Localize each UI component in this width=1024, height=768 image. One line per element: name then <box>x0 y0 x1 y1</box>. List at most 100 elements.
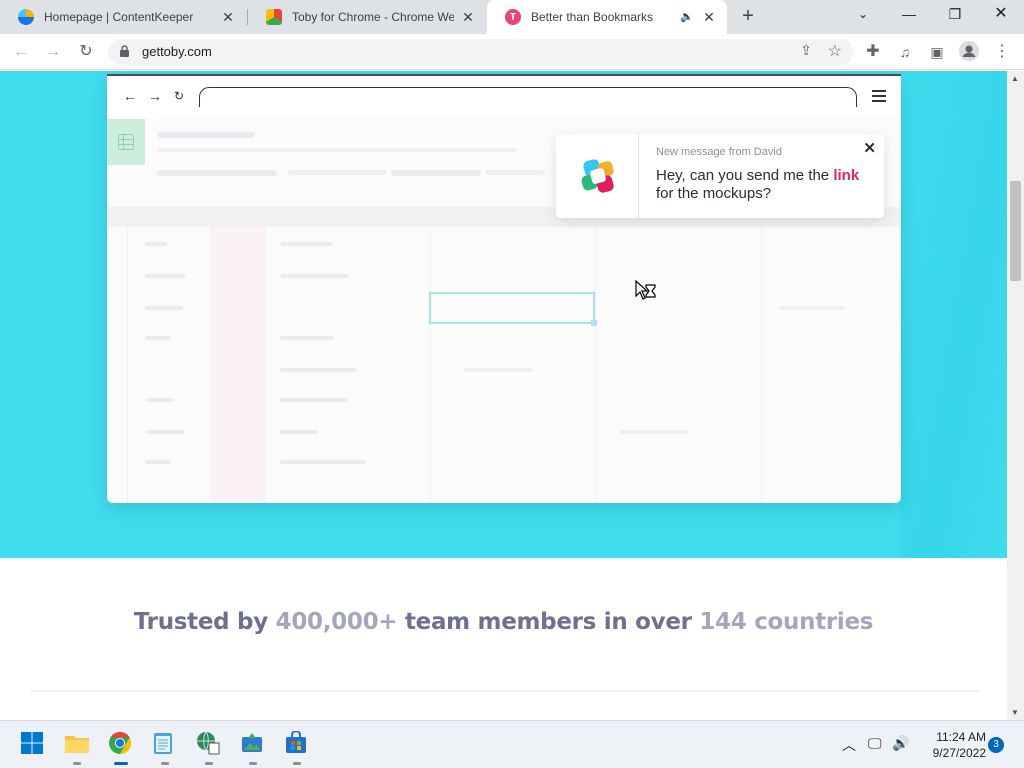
spreadsheet-highlight-column <box>210 227 265 503</box>
trusted-countries-count: 144 countries <box>699 609 874 635</box>
share-icon[interactable]: ⇪ <box>800 42 812 59</box>
skeleton-line <box>157 148 517 152</box>
mockup-browser-bar: ← → ↻ <box>107 74 901 118</box>
tab-strip: Homepage | ContentKeeper ✕ Toby for Chro… <box>0 0 1024 34</box>
app-running-indicator <box>293 762 301 765</box>
tab-chrome-webstore[interactable]: Toby for Chrome - Chrome Web ✕ <box>248 0 486 34</box>
restore-button[interactable]: ❐ <box>932 0 978 30</box>
skeleton-line <box>157 132 255 138</box>
chrome-icon[interactable] <box>108 731 134 765</box>
skeleton-line <box>485 170 545 175</box>
skeleton-line <box>280 336 334 340</box>
chevron-up-icon[interactable]: ︿ <box>842 735 856 755</box>
mockup-url-bar <box>199 87 857 107</box>
selected-cell <box>429 292 597 326</box>
tab-toby[interactable]: T Better than Bookmarks 🔈 ✕ <box>487 0 727 34</box>
notepad-icon[interactable] <box>152 731 178 765</box>
close-notification-icon[interactable]: ✕ <box>863 139 876 157</box>
skeleton-line <box>145 242 167 246</box>
back-arrow-icon[interactable]: ← <box>10 41 32 63</box>
mockup-forward-icon: → <box>148 88 162 104</box>
trusted-members-count: 400,000+ <box>275 609 398 635</box>
minimize-button[interactable]: — <box>886 0 932 30</box>
new-tab-button[interactable]: + <box>737 6 759 28</box>
close-window-button[interactable]: ✕ <box>978 0 1024 30</box>
app-running-indicator <box>205 762 213 765</box>
notification-divider <box>638 134 639 218</box>
tab-title: Toby for Chrome - Chrome Web <box>292 10 454 24</box>
trusted-text: Trusted by <box>133 609 276 635</box>
page-scrollbar[interactable]: ▲ ▼ <box>1007 71 1024 720</box>
skeleton-line <box>280 274 348 278</box>
profile-avatar-icon[interactable] <box>958 41 980 63</box>
contentkeeper-icon <box>18 9 34 25</box>
skeleton-line <box>280 242 332 246</box>
section-divider <box>30 690 980 692</box>
store-icon[interactable] <box>284 730 310 765</box>
tab-contentkeeper[interactable]: Homepage | ContentKeeper ✕ <box>0 0 246 34</box>
tab-search-icon[interactable]: ⌄ <box>840 0 886 30</box>
url-text: gettoby.com <box>142 44 212 59</box>
message-text: Hey, can you send me the <box>656 167 834 184</box>
skeleton-line <box>463 368 533 372</box>
skeleton-line <box>280 460 366 464</box>
reload-icon[interactable]: ↻ <box>75 41 97 63</box>
notification-sender: New message from David <box>656 146 782 158</box>
chrome-webstore-icon <box>266 9 282 25</box>
close-tab-icon[interactable]: ✕ <box>701 9 717 25</box>
system-clock[interactable]: 11:24 AM 9/27/2022 <box>920 729 986 761</box>
tab-title: Homepage | ContentKeeper <box>44 10 194 24</box>
forward-arrow-icon[interactable]: → <box>42 41 64 63</box>
grid-line <box>265 207 266 503</box>
windows-start-icon[interactable] <box>20 731 46 757</box>
media-control-icon[interactable]: ♫ <box>894 41 916 63</box>
browser-toolbar: ← → ↻ gettoby.com ⇪ ☆ ✚ ♫ ▣ ⋮ <box>0 34 1024 70</box>
volume-icon[interactable]: 🔊 <box>892 735 909 752</box>
file-explorer-icon[interactable] <box>64 731 90 765</box>
image-app-icon[interactable] <box>240 731 266 765</box>
product-mockup: ← → ↻ New message from David Hey, can yo… <box>107 74 901 503</box>
address-bar[interactable]: gettoby.com ⇪ ☆ <box>108 39 854 65</box>
scroll-down-icon[interactable]: ▼ <box>1011 708 1019 717</box>
skeleton-line <box>145 398 175 402</box>
skeleton-line <box>280 368 356 372</box>
network-icon[interactable]: 🖵 <box>868 735 882 752</box>
clock-date: 9/27/2022 <box>932 746 986 760</box>
skeleton-line <box>145 460 171 464</box>
mockup-menu-icon <box>872 90 886 102</box>
scroll-up-icon[interactable]: ▲ <box>1011 74 1019 83</box>
notification-count-badge[interactable]: 3 <box>988 737 1004 753</box>
close-tab-icon[interactable]: ✕ <box>220 9 236 25</box>
message-notification: New message from David Hey, can you send… <box>556 134 884 218</box>
windows-taskbar: ︿ 🖵 🔊 11:24 AM 9/27/2022 3 <box>0 720 1024 768</box>
page-viewport: ← → ↻ New message from David Hey, can yo… <box>0 71 1007 720</box>
lock-icon <box>120 45 129 57</box>
mockup-reload-icon: ↻ <box>174 89 185 103</box>
notification-message: Hey, can you send me the link for the mo… <box>656 167 866 203</box>
app-active-indicator <box>114 762 128 765</box>
grid-line <box>761 207 762 503</box>
mouse-cursor-icon <box>635 280 656 300</box>
app-running-indicator <box>249 762 257 765</box>
side-panel-icon[interactable]: ▣ <box>926 41 948 63</box>
skeleton-line <box>391 170 481 176</box>
skeleton-line <box>145 430 185 434</box>
skeleton-line <box>619 430 689 434</box>
hero-decoration <box>900 71 1007 558</box>
more-menu-icon[interactable]: ⋮ <box>991 41 1013 63</box>
trusted-by-heading: Trusted by 400,000+ team members in over… <box>0 609 1007 635</box>
network-app-icon[interactable] <box>196 731 222 765</box>
skeleton-line <box>145 336 171 340</box>
trusted-text: team members in over <box>397 609 700 635</box>
close-tab-icon[interactable]: ✕ <box>460 9 476 25</box>
skeleton-line <box>145 306 183 310</box>
message-link-word: link <box>833 167 860 184</box>
scrollbar-thumb[interactable] <box>1010 181 1021 281</box>
slack-logo-icon <box>581 159 614 193</box>
bookmark-star-icon[interactable]: ☆ <box>828 41 842 61</box>
tab-title: Better than Bookmarks <box>531 10 654 24</box>
speaker-icon[interactable]: 🔈 <box>679 9 695 25</box>
app-running-indicator <box>73 762 81 765</box>
grid-line <box>127 207 128 503</box>
extensions-icon[interactable]: ✚ <box>862 41 884 63</box>
